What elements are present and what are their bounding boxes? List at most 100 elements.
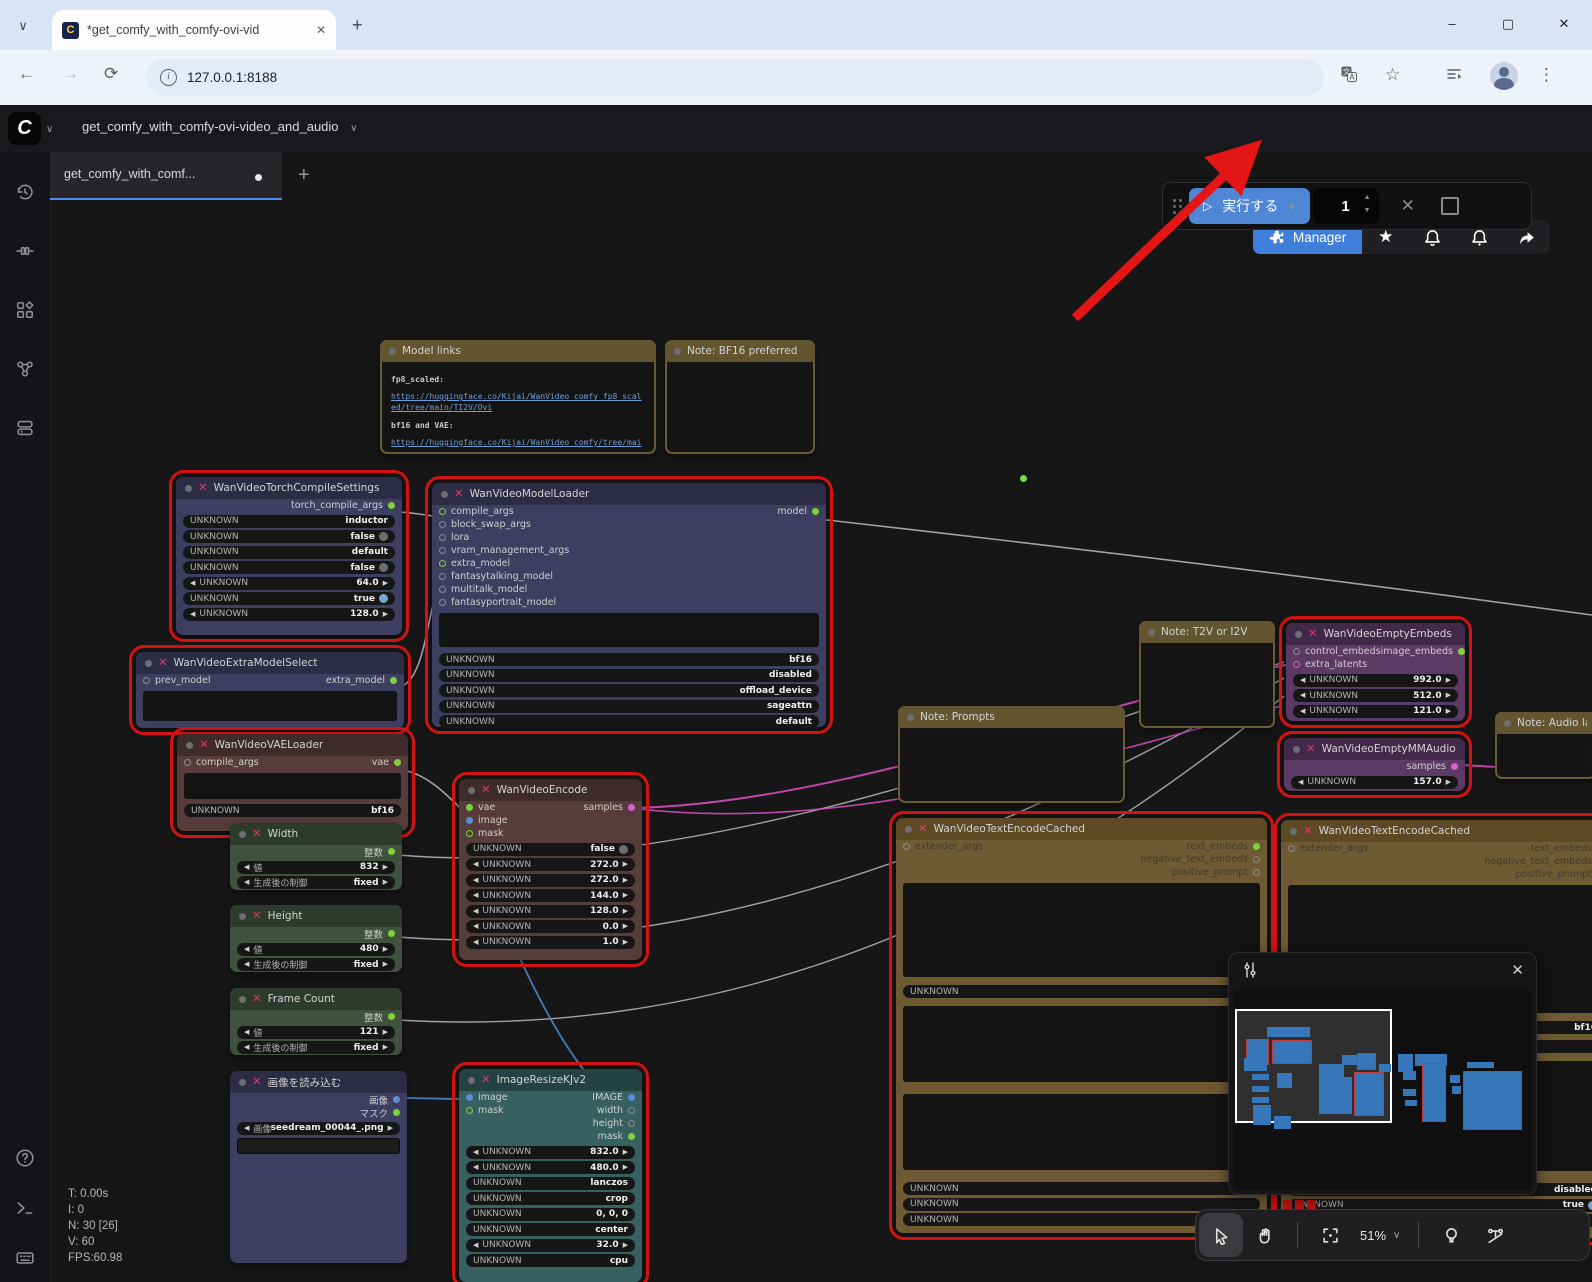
clear-queue-icon[interactable]: ✕ — [1401, 196, 1415, 216]
input-dot[interactable] — [439, 599, 446, 606]
output-dot[interactable] — [1458, 648, 1465, 655]
forward-icon[interactable]: → — [62, 64, 79, 84]
collapse-dot-icon[interactable] — [441, 491, 448, 498]
output-slot-width[interactable]: width — [597, 1105, 635, 1116]
node-title-bar[interactable]: ✕画像を読み込む — [230, 1071, 407, 1093]
back-icon[interactable]: ← — [18, 64, 35, 84]
tab-close-icon[interactable]: ✕ — [316, 23, 326, 37]
output-slot-IMAGE[interactable]: IMAGE — [592, 1092, 635, 1103]
widget-UNKNOWN[interactable]: UNKNOWN cpu — [466, 1254, 635, 1267]
decrement-arrow-icon[interactable]: ◀ — [473, 908, 478, 915]
node-note-audio-latent[interactable]: Note: Audio la — [1495, 712, 1592, 779]
minimap-close-icon[interactable]: ✕ — [1511, 961, 1524, 979]
maximize-button[interactable]: ▢ — [1480, 0, 1536, 50]
keyboard-shortcuts-icon[interactable] — [7, 1240, 43, 1276]
input-slot-compile_args[interactable]: compile_args — [184, 757, 259, 768]
fit-view-button[interactable] — [1308, 1213, 1352, 1257]
widget-UNKNOWN[interactable]: ◀UNKNOWN 157.0▶ — [1291, 776, 1458, 789]
input-dot[interactable] — [184, 759, 191, 766]
widget-UNKNOWN[interactable]: UNKNOWN lanczos — [466, 1177, 635, 1190]
widget-UNKNOWN[interactable]: ◀UNKNOWN 272.0▶ — [466, 874, 635, 887]
decrement-arrow-icon[interactable]: ◀ — [244, 946, 249, 953]
widget-UNKNOWN[interactable]: UNKNOWN true — [183, 592, 395, 605]
combo-box-widget[interactable] — [439, 613, 819, 647]
site-info-icon[interactable]: i — [160, 69, 177, 86]
input-dot[interactable] — [439, 573, 446, 580]
translate-icon[interactable]: 文A — [1340, 65, 1358, 88]
widget-UNKNOWN[interactable]: ◀UNKNOWN 832.0▶ — [466, 1146, 635, 1159]
output-slot-samples[interactable]: samples — [584, 802, 636, 813]
collapse-dot-icon[interactable] — [1148, 629, 1155, 636]
decrement-arrow-icon[interactable]: ◀ — [1298, 779, 1303, 786]
widget-UNKNOWN[interactable]: UNKNOWN 0, 0, 0 — [466, 1208, 635, 1221]
widget-UNKNOWN[interactable]: UNKNOWN default — [183, 546, 395, 559]
decrement-arrow-icon[interactable]: ◀ — [473, 1164, 478, 1171]
decrement-arrow-icon[interactable]: ◀ — [1300, 677, 1305, 684]
pan-tool-button[interactable] — [1243, 1213, 1287, 1257]
output-slot-mask[interactable]: mask — [597, 1131, 635, 1142]
input-slot-fantasytalking_model[interactable]: fantasytalking_model — [439, 571, 553, 582]
model-library-icon[interactable] — [7, 292, 43, 328]
increment-arrow-icon[interactable]: ▶ — [623, 908, 628, 915]
decrement-arrow-icon[interactable]: ◀ — [473, 892, 478, 899]
widget-UNKNOWN[interactable]: UNKNOWN false — [183, 561, 395, 574]
profile-avatar[interactable] — [1490, 62, 1518, 90]
node-title-bar[interactable]: ✕WanVideoModelLoader — [432, 483, 826, 505]
node-title-bar[interactable]: ✕WanVideoVAELoader — [177, 734, 408, 756]
node-title-bar[interactable]: ✕Height — [230, 905, 402, 927]
decrement-arrow-icon[interactable]: ◀ — [244, 961, 249, 968]
output-dot[interactable] — [628, 804, 635, 811]
output-slot-torch_compile_args[interactable]: torch_compile_args — [291, 500, 395, 511]
output-slot-整数[interactable]: 整数 — [364, 845, 395, 859]
increment-arrow-icon[interactable]: ▶ — [623, 877, 628, 884]
note-link[interactable]: https://huggingface.co/Kijai/WanVideo_co… — [391, 391, 645, 413]
output-slot-positive_prompt[interactable]: positive_prompt — [1171, 867, 1260, 878]
workflow-tab[interactable]: get_comfy_with_comf... — [50, 152, 282, 200]
stop-icon[interactable] — [1441, 197, 1459, 215]
collapse-dot-icon[interactable] — [185, 485, 192, 492]
collapse-dot-icon[interactable] — [239, 913, 246, 920]
widget-UNKNOWN[interactable]: UNKNOWN disabled — [439, 669, 819, 682]
decrement-arrow-icon[interactable]: ◀ — [473, 939, 478, 946]
increment-arrow-icon[interactable]: ▶ — [383, 879, 388, 886]
output-slot-画像[interactable]: 画像 — [369, 1093, 400, 1107]
node-title-bar[interactable]: ✕WanVideoEmptyMMAudioLatents — [1284, 738, 1465, 760]
output-dot[interactable] — [1253, 869, 1260, 876]
input-slot-multitalk_model[interactable]: multitalk_model — [439, 584, 527, 595]
node-wanvideo-text-encode-cached-left[interactable]: ✕WanVideoTextEncodeCachedextender_argste… — [896, 818, 1267, 1233]
increment-arrow-icon[interactable]: ▶ — [623, 892, 628, 899]
input-slot-block_swap_args[interactable]: block_swap_args — [439, 519, 531, 530]
output-slot-samples[interactable]: samples — [1407, 761, 1459, 772]
increment-arrow-icon[interactable]: ▶ — [383, 1029, 388, 1036]
decrement-arrow-icon[interactable]: ◀ — [473, 923, 478, 930]
toggle-theme-bulb-icon[interactable] — [1429, 1213, 1473, 1257]
decrement-arrow-icon[interactable]: ◀ — [1300, 708, 1305, 715]
toggle-knob-icon[interactable] — [379, 532, 388, 541]
output-slot-extra_model[interactable]: extra_model — [326, 675, 397, 686]
widget-UNKNOWN[interactable]: UNKNOWN center — [466, 1223, 635, 1236]
widget-UNKNOWN[interactable]: UNKNOWN — [903, 1182, 1260, 1195]
decrement-arrow-icon[interactable]: ◀ — [1300, 692, 1305, 699]
collapse-dot-icon[interactable] — [1293, 746, 1300, 753]
output-dot[interactable] — [1451, 763, 1458, 770]
node-wanvideo-encode[interactable]: ✕WanVideoEncodevaesamplesimagemask UNKNO… — [459, 779, 642, 960]
increment-arrow-icon[interactable]: ▶ — [1446, 779, 1451, 786]
collapse-dot-icon[interactable] — [468, 787, 475, 794]
input-slot-lora[interactable]: lora — [439, 532, 469, 543]
input-dot[interactable] — [439, 534, 446, 541]
node-title-bar[interactable]: Model links — [380, 340, 656, 362]
input-slot-extender_args[interactable]: extender_args — [1288, 843, 1368, 854]
zoom-level-dropdown[interactable]: 51% ∨ — [1352, 1228, 1408, 1243]
comfyui-logo[interactable]: C — [8, 112, 41, 145]
node-wanvideo-vae-loader[interactable]: ✕WanVideoVAELoadercompile_argsvae UNKNOW… — [177, 734, 408, 831]
workflows-icon[interactable] — [7, 351, 43, 387]
minimap-settings-icon[interactable] — [1241, 961, 1259, 979]
widget-UNKNOWN[interactable]: UNKNOWN — [903, 985, 1260, 998]
input-dot[interactable] — [466, 817, 473, 824]
decrement-arrow-icon[interactable]: ◀ — [473, 1242, 478, 1249]
collapse-dot-icon[interactable] — [1290, 828, 1297, 835]
toggle-knob-icon[interactable] — [379, 563, 388, 572]
output-slot-text_embeds[interactable]: text_embeds — [1531, 843, 1592, 854]
output-dot[interactable] — [812, 508, 819, 515]
input-slot-mask[interactable]: mask — [466, 828, 504, 839]
